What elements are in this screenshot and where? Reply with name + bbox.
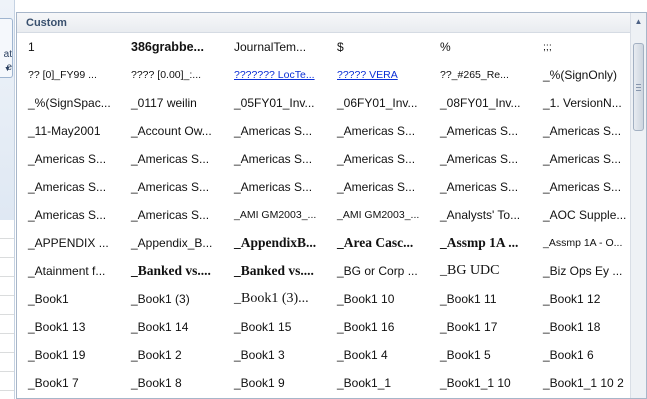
style-item[interactable]: _Americas S... <box>17 201 120 229</box>
style-item[interactable]: _Americas S... <box>120 201 223 229</box>
style-item[interactable]: % <box>429 33 532 61</box>
scroll-up-arrow-icon[interactable]: ▲ <box>631 13 646 30</box>
style-item[interactable]: _Account Ow... <box>120 117 223 145</box>
style-item[interactable]: _Book1 18 <box>532 313 635 341</box>
scroll-thumb[interactable] <box>633 43 644 131</box>
style-item[interactable]: 386grabbe... <box>120 33 223 61</box>
style-item[interactable]: _Biz Ops Ey ... <box>532 257 635 285</box>
style-item[interactable]: _Book1 3 <box>223 341 326 369</box>
style-item[interactable]: _Book1 8 <box>120 369 223 397</box>
style-item[interactable]: _1. VersionN... <box>532 89 635 117</box>
dropdown-arrow-icon: ▼ <box>4 66 11 73</box>
style-item[interactable]: _Americas S... <box>429 145 532 173</box>
style-item[interactable]: _Americas S... <box>429 173 532 201</box>
style-item[interactable]: _Book1 4 <box>326 341 429 369</box>
style-item[interactable]: _Book1 10 <box>326 285 429 313</box>
style-item[interactable]: _Americas S... <box>17 145 120 173</box>
style-item[interactable]: _Book1 16 <box>326 313 429 341</box>
style-item[interactable]: _Americas S... <box>120 173 223 201</box>
ribbon-strip: at e ▼ <box>0 0 15 220</box>
ribbon-button-label: at <box>3 49 12 60</box>
style-item[interactable]: ????? VERA <box>326 61 429 89</box>
style-item[interactable]: _Americas S... <box>17 173 120 201</box>
worksheet-area <box>0 220 15 399</box>
style-item[interactable]: _Americas S... <box>326 173 429 201</box>
style-item[interactable]: _BG or Corp ... <box>326 257 429 285</box>
style-item[interactable]: _Americas S... <box>326 117 429 145</box>
style-item[interactable]: ??_#265_Re... <box>429 61 532 89</box>
style-item[interactable]: _AOC Supple... <box>532 201 635 229</box>
style-item[interactable]: _Book1 13 <box>17 313 120 341</box>
style-item[interactable]: _Book1 14 <box>120 313 223 341</box>
style-item[interactable]: _Atainment f... <box>17 257 120 285</box>
style-item[interactable]: _Book1 19 <box>17 341 120 369</box>
style-item[interactable]: _%(SignSpac... <box>17 89 120 117</box>
vertical-scrollbar[interactable]: ▲ <box>630 13 646 398</box>
style-item[interactable]: _11-May2001 <box>17 117 120 145</box>
style-item[interactable]: _Book1 17 <box>429 313 532 341</box>
style-item[interactable]: _08FY01_Inv... <box>429 89 532 117</box>
style-item[interactable]: _Assmp 1A - O... <box>532 229 635 257</box>
style-item[interactable]: _Americas S... <box>223 173 326 201</box>
style-item[interactable]: _05FY01_Inv... <box>223 89 326 117</box>
style-item[interactable]: _Book1 6 <box>532 341 635 369</box>
style-item[interactable]: _%(SignOnly) <box>532 61 635 89</box>
style-item[interactable]: JournalTem... <box>223 33 326 61</box>
style-item[interactable]: _Americas S... <box>532 117 635 145</box>
style-item[interactable]: _Book1 (3) <box>120 285 223 313</box>
style-item[interactable]: _Book1 <box>17 285 120 313</box>
style-item[interactable]: _Book1 11 <box>429 285 532 313</box>
style-item[interactable]: _Americas S... <box>532 173 635 201</box>
style-item[interactable]: _Book1_1 <box>326 369 429 397</box>
style-item[interactable]: _Americas S... <box>429 117 532 145</box>
style-item[interactable]: _Book1 12 <box>532 285 635 313</box>
style-item[interactable]: _AMI GM2003_... <box>326 201 429 229</box>
cell-styles-gallery: Custom 1 386grabbe... JournalTem... $%;;;??… <box>16 12 647 399</box>
style-item[interactable]: _AppendixB... <box>223 229 326 257</box>
style-item[interactable]: _Americas S... <box>326 145 429 173</box>
style-item[interactable]: _Book1 2 <box>120 341 223 369</box>
style-item[interactable]: _0117 weilin <box>120 89 223 117</box>
style-item[interactable]: _APPENDIX ... <box>17 229 120 257</box>
style-item[interactable]: _Book1 15 <box>223 313 326 341</box>
style-item[interactable]: _Appendix_B... <box>120 229 223 257</box>
style-item[interactable]: ??????? LocTe... <box>223 61 326 89</box>
style-item[interactable]: _Book1 5 <box>429 341 532 369</box>
style-item[interactable]: _Book1 7 <box>17 369 120 397</box>
style-item[interactable]: ?? [0]_FY99 ... <box>17 61 120 89</box>
style-item[interactable]: _Book1 9 <box>223 369 326 397</box>
style-grid: 1 386grabbe... JournalTem... $%;;; ?? [0]_FY… <box>17 33 632 397</box>
style-item[interactable]: _Americas S... <box>223 145 326 173</box>
style-item[interactable]: _Book1_1 10 <box>429 369 532 397</box>
style-item[interactable]: _Assmp 1A ... <box>429 229 532 257</box>
style-item[interactable]: $ <box>326 33 429 61</box>
style-item[interactable]: _Americas S... <box>120 145 223 173</box>
style-item[interactable]: ???? [0.00]_:... <box>120 61 223 89</box>
style-item[interactable]: _Area Casc... <box>326 229 429 257</box>
style-item[interactable]: _AMI GM2003_... <box>223 201 326 229</box>
style-item[interactable]: _Book1 (3)... <box>223 285 326 313</box>
style-item[interactable]: _Banked vs.... <box>223 257 326 285</box>
gallery-group-header: Custom <box>17 13 630 33</box>
style-item[interactable]: _Americas S... <box>223 117 326 145</box>
style-item[interactable]: _Analysts' To... <box>429 201 532 229</box>
style-item[interactable]: 1 <box>17 33 120 61</box>
style-item[interactable]: _Book1_1 10 2 <box>532 369 635 397</box>
style-item[interactable]: _06FY01_Inv... <box>326 89 429 117</box>
style-item[interactable]: _BG UDC <box>429 257 532 285</box>
style-item[interactable]: ;;; <box>532 33 635 61</box>
style-item[interactable]: _Banked vs.... <box>120 257 223 285</box>
style-item[interactable]: _Americas S... <box>532 145 635 173</box>
